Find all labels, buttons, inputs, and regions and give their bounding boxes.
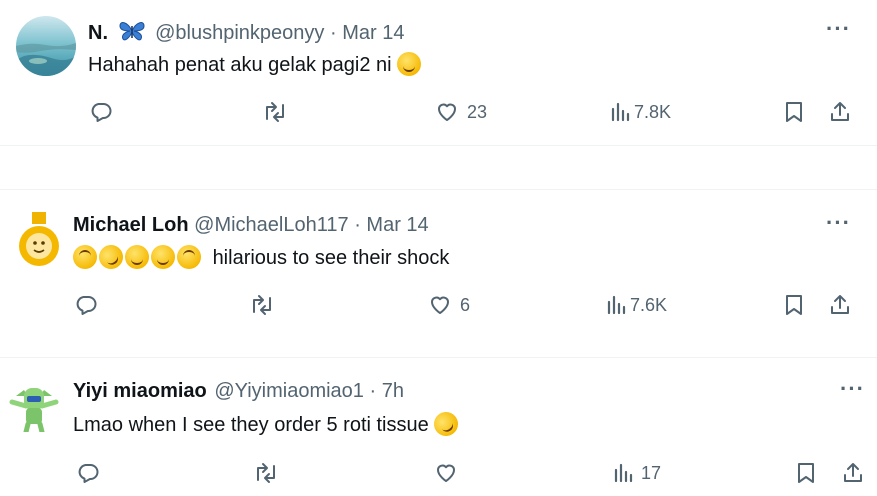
tweet-3[interactable]: Yiyi miaomiao @Yiyimiaomiao1 · 7h ··· Lm…	[0, 358, 877, 496]
share-icon	[844, 463, 862, 482]
separator-dot: ·	[329, 22, 337, 44]
grinning-sweat-emoji	[151, 245, 175, 269]
like-count: 6	[460, 294, 471, 315]
reply-icon	[78, 464, 99, 483]
bookmark-icon	[786, 295, 802, 315]
avatar[interactable]	[11, 212, 67, 268]
tweet-text-content: hilarious to see their shock	[212, 247, 450, 269]
separator-dot: ·	[369, 380, 377, 402]
divider	[0, 145, 877, 146]
tweet-header: Yiyi miaomiao @Yiyimiaomiao1 · 7h	[73, 379, 404, 403]
tweet-header: N. @blushpinkpeonyy · Mar 14	[88, 20, 404, 45]
avatar-image	[16, 16, 76, 76]
repost-button[interactable]	[249, 293, 275, 317]
view-count: 17	[641, 462, 662, 483]
more-options-button[interactable]: ···	[826, 210, 851, 236]
heart-icon	[431, 296, 449, 314]
handle[interactable]: @MichaelLoh117	[194, 214, 348, 236]
laugh-tears-emoji	[125, 245, 149, 269]
repost-button[interactable]	[262, 100, 288, 124]
views-icon	[614, 463, 633, 483]
tweet-text: hilarious to see their shock	[73, 240, 450, 274]
reply-button[interactable]	[74, 293, 98, 317]
views-button[interactable]: 7.6K	[606, 293, 667, 317]
share-button[interactable]	[828, 293, 852, 317]
handle[interactable]: @blushpinkpeonyy	[155, 22, 324, 44]
avatar-image	[9, 388, 59, 432]
avatar-image	[19, 212, 59, 266]
views-icon	[611, 102, 630, 122]
upside-down-face-emoji	[73, 245, 97, 269]
view-count: 7.8K	[634, 101, 672, 122]
reply-button[interactable]	[76, 461, 100, 485]
timestamp[interactable]: Mar 14	[342, 22, 404, 44]
bookmark-icon	[798, 463, 814, 483]
tweet-1[interactable]: N. @blushpinkpeonyy · Mar 14 ··· Hahahah…	[0, 0, 877, 150]
heart-icon	[438, 103, 456, 121]
heart-icon	[437, 464, 455, 482]
reply-button[interactable]	[89, 100, 113, 124]
display-name[interactable]: Michael Loh	[73, 214, 189, 236]
views-icon	[607, 295, 626, 315]
tweet-text-content: Hahahah penat aku gelak pagi2 ni	[88, 54, 392, 76]
timestamp[interactable]: 7h	[382, 380, 404, 402]
tweet-header: Michael Loh @MichaelLoh117 · Mar 14	[73, 213, 429, 237]
like-button[interactable]: 23	[435, 100, 487, 124]
tweet-text: Hahahah penat aku gelak pagi2 ni	[88, 52, 423, 78]
display-name[interactable]: N.	[88, 22, 108, 44]
like-button[interactable]	[434, 461, 458, 485]
repost-icon	[257, 463, 275, 483]
rolling-laughing-emoji	[429, 407, 463, 441]
bookmark-button[interactable]	[783, 100, 805, 124]
separator-dot: ·	[354, 214, 361, 236]
reply-icon	[76, 296, 97, 315]
avatar[interactable]	[6, 376, 62, 432]
more-options-button[interactable]: ···	[826, 16, 851, 42]
like-count: 23	[467, 101, 488, 122]
laugh-tears-emoji	[397, 52, 422, 76]
views-button[interactable]: 17	[613, 461, 661, 485]
bookmark-button[interactable]	[795, 461, 817, 485]
tweet-2[interactable]: Michael Loh @MichaelLoh117 · Mar 14 ··· …	[0, 190, 877, 356]
more-options-button[interactable]: ···	[840, 376, 865, 402]
tweet-text-content: Lmao when I see they order 5 roti tissue	[73, 414, 429, 436]
repost-icon	[253, 295, 271, 315]
avatar[interactable]	[16, 16, 76, 76]
views-button[interactable]: 7.8K	[610, 100, 671, 124]
reply-icon	[91, 103, 112, 122]
share-button[interactable]	[841, 461, 865, 485]
handle[interactable]: @Yiyimiaomiao1	[214, 380, 364, 402]
butterfly-icon	[119, 22, 145, 41]
display-name[interactable]: Yiyi miaomiao	[73, 380, 207, 402]
tweet-text: Lmao when I see they order 5 roti tissue	[73, 407, 463, 441]
upside-down-face-emoji	[177, 245, 201, 269]
share-icon	[831, 102, 849, 121]
bookmark-button[interactable]	[783, 293, 805, 317]
like-button[interactable]: 6	[428, 293, 470, 317]
repost-button[interactable]	[253, 461, 279, 485]
share-button[interactable]	[828, 100, 852, 124]
bookmark-icon	[786, 102, 802, 122]
repost-icon	[266, 102, 284, 122]
share-icon	[831, 295, 849, 314]
view-count: 7.6K	[630, 294, 668, 315]
rolling-laughing-emoji	[94, 240, 128, 274]
timestamp[interactable]: Mar 14	[366, 214, 428, 236]
